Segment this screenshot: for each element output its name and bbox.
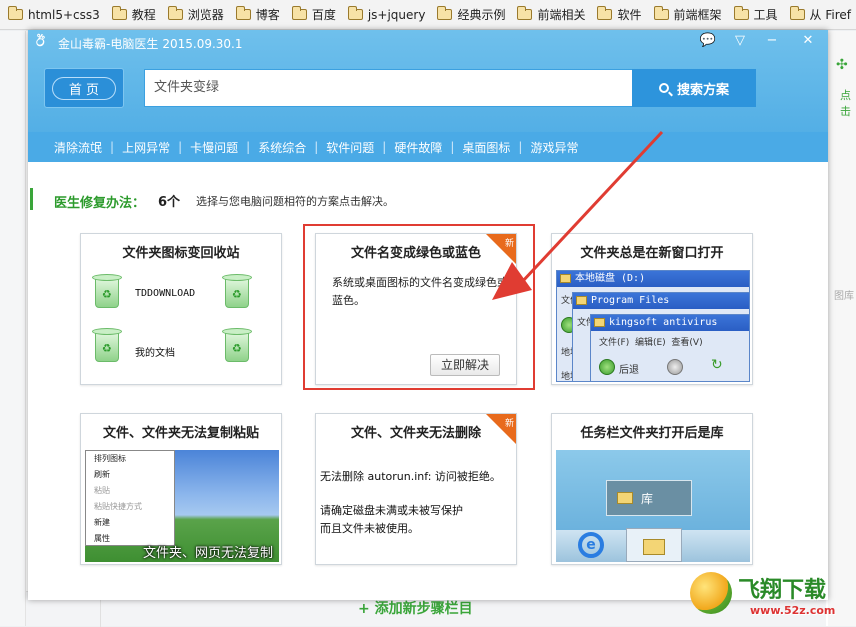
watermark: 飞翔下载 www.52z.com [690, 570, 850, 624]
arrow-shaft [520, 130, 664, 284]
watermark-logo-icon [690, 572, 732, 614]
annotation-arrow [492, 130, 664, 300]
arrow-head [492, 262, 532, 300]
